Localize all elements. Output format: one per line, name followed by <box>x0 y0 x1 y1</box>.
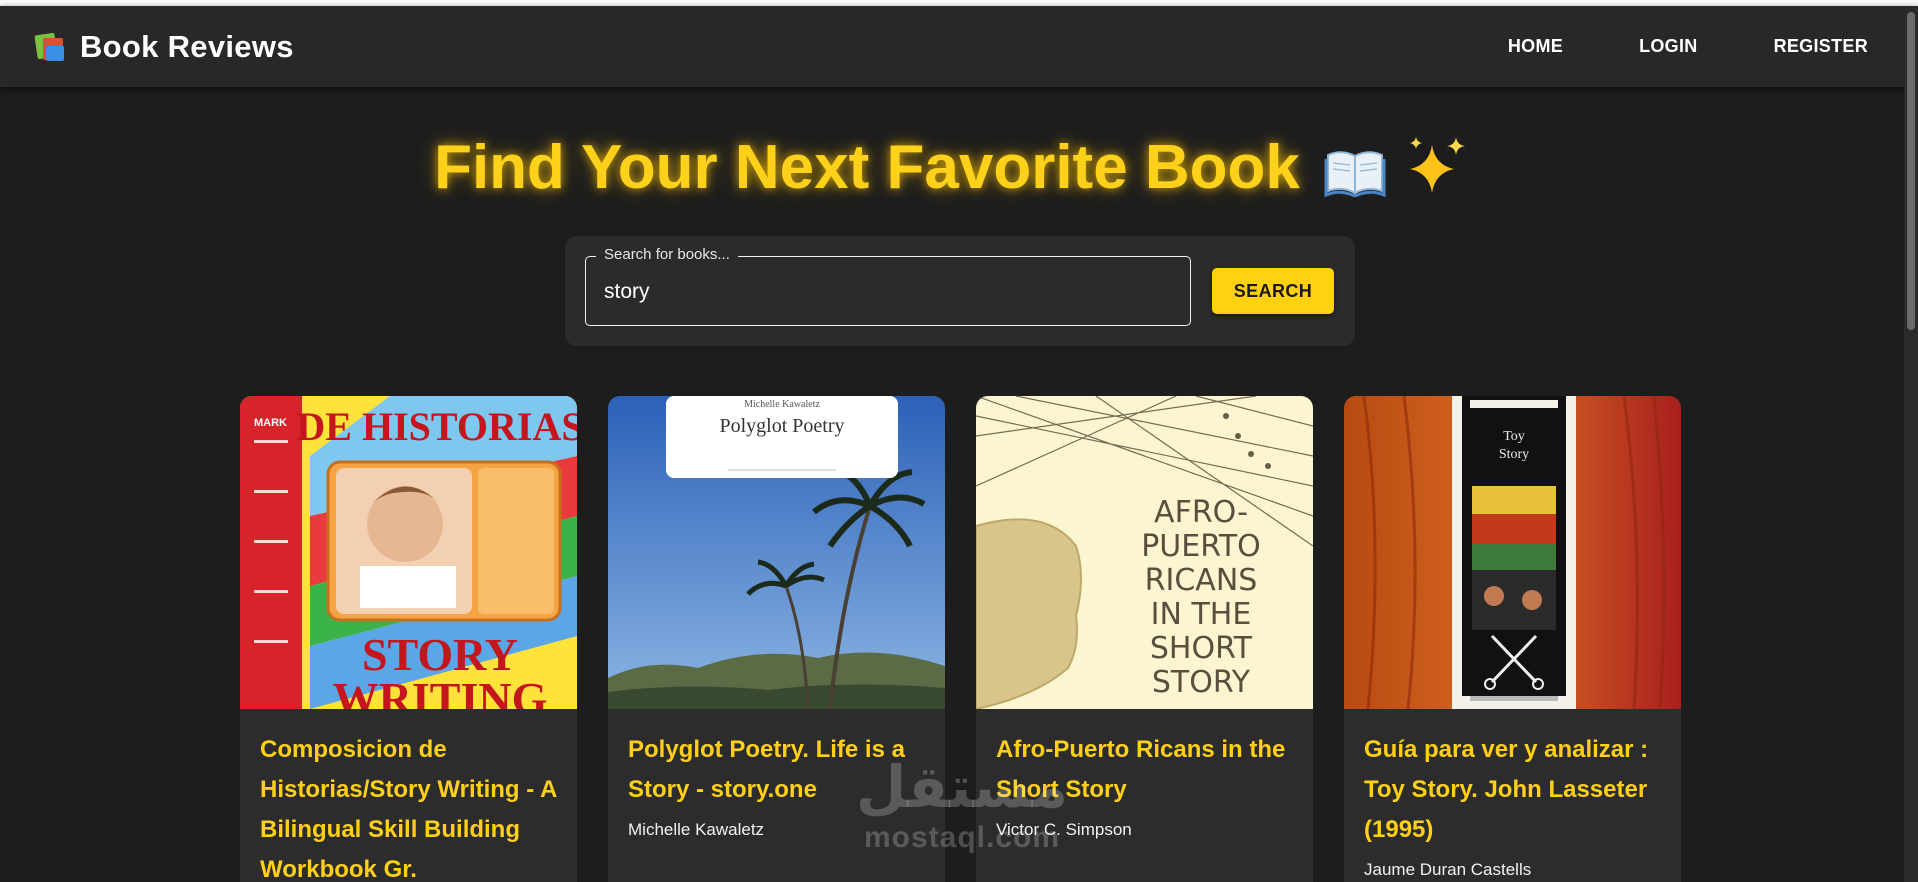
book-card-body: Composicion de Historias/Story Writing -… <box>260 730 560 882</box>
book-card[interactable]: Michelle Kawaletz Polyglot Poetry Polygl… <box>608 396 945 882</box>
book-card-body: Guía para ver y analizar : Toy Story. Jo… <box>1364 730 1664 880</box>
book-title[interactable]: Composicion de Historias/Story Writing -… <box>260 730 560 882</box>
search-button[interactable]: SEARCH <box>1212 268 1334 314</box>
nav-home-link[interactable]: HOME <box>1494 26 1577 67</box>
cover-heading-text: DE HISTORIAS <box>296 404 577 449</box>
cover-mark-text: MARK <box>254 417 287 429</box>
book-cover-image[interactable]: Toy Story <box>1344 396 1681 709</box>
book-cover-image[interactable]: AFRO- PUERTO RICANS IN THE SHORT STORY <box>976 396 1313 709</box>
book-title[interactable]: Polyglot Poetry. Life is a Story - story… <box>628 730 928 810</box>
book-card[interactable]: MARK DE HISTORIAS STORY WRITING Composic… <box>240 396 577 882</box>
book-card[interactable]: Toy Story Guía para ver y analizar : Toy… <box>1344 396 1681 882</box>
book-cover-image[interactable]: Michelle Kawaletz Polyglot Poetry <box>608 396 945 709</box>
cover-story-text: Story <box>1499 447 1529 462</box>
book-author: Michelle Kawaletz <box>628 820 765 839</box>
cover-line-4: IN THE <box>1151 597 1252 632</box>
nav-register-link[interactable]: REGISTER <box>1760 26 1882 67</box>
app-title: Book Reviews <box>80 28 294 64</box>
book-author: Jaume Duran Castells <box>1364 860 1532 879</box>
nav-login-link[interactable]: LOGIN <box>1625 26 1712 67</box>
search-input[interactable] <box>602 257 1176 327</box>
books-icon <box>34 31 66 63</box>
brand[interactable]: Book Reviews <box>34 6 294 87</box>
cover-title-text: Polyglot Poetry <box>719 415 844 437</box>
page-scrollbar[interactable] <box>1904 6 1918 882</box>
cover-line-3: RICANS <box>1145 563 1258 598</box>
search-field[interactable]: Search for books... <box>585 246 1191 327</box>
book-title[interactable]: Afro-Puerto Ricans in the Short Story <box>996 730 1296 810</box>
search-panel: Search for books... SEARCH <box>565 236 1355 346</box>
book-card[interactable]: AFRO- PUERTO RICANS IN THE SHORT STORY A… <box>976 396 1313 882</box>
cover-line-5: SHORT <box>1150 631 1253 666</box>
cover-line-2: PUERTO <box>1141 529 1261 564</box>
scrollbar-thumb[interactable] <box>1907 12 1915 330</box>
cover-line-1: AFRO- <box>1154 495 1248 530</box>
book-card-body: Polyglot Poetry. Life is a Story - story… <box>628 730 928 840</box>
cover-toy-text: Toy <box>1503 429 1525 444</box>
cover-writing-text: WRITING <box>333 673 548 709</box>
book-card-body: Afro-Puerto Ricans in the Short Story Vi… <box>996 730 1296 840</box>
cover-author-text: Michelle Kawaletz <box>744 399 820 410</box>
app-bar: Book Reviews HOME LOGIN REGISTER <box>0 6 1918 87</box>
hero-heading: Find Your Next Favorite Book <box>0 132 1904 203</box>
cover-line-6: STORY <box>1152 665 1251 700</box>
sparkles-icon <box>1404 135 1470 197</box>
hero-title: Find Your Next Favorite Book <box>434 133 1300 202</box>
book-title[interactable]: Guía para ver y analizar : Toy Story. Jo… <box>1364 730 1664 850</box>
main-nav: HOME LOGIN REGISTER <box>1446 6 1882 87</box>
book-cover-image[interactable]: MARK DE HISTORIAS STORY WRITING <box>240 396 577 709</box>
open-book-icon <box>1324 141 1386 198</box>
book-author: Victor C. Simpson <box>996 820 1132 839</box>
